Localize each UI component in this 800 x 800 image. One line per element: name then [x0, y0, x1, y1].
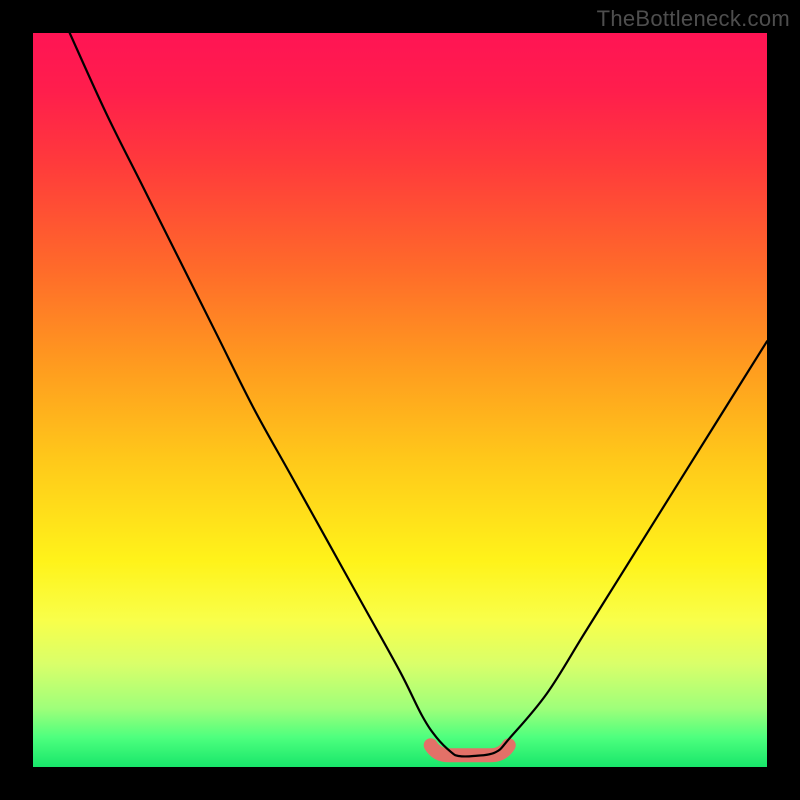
bottleneck-curve: [70, 33, 767, 756]
chart-frame: TheBottleneck.com: [0, 0, 800, 800]
watermark-label: TheBottleneck.com: [597, 6, 790, 32]
curve-layer: [33, 33, 767, 767]
plot-area: [33, 33, 767, 767]
